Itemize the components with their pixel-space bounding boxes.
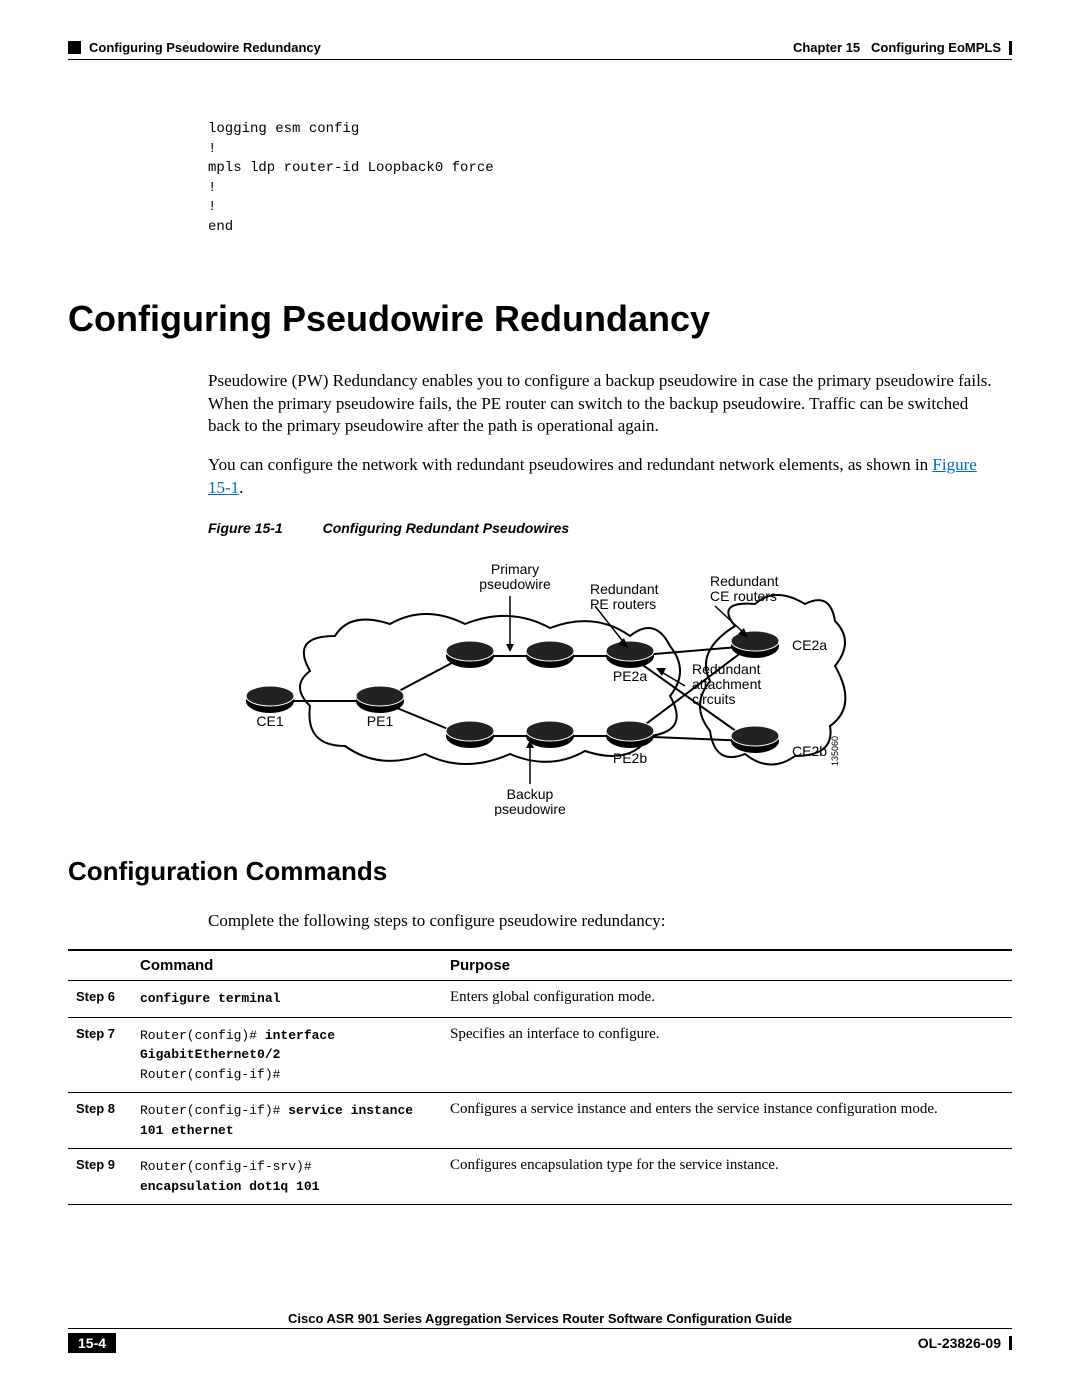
step-cell: Step 8	[68, 1093, 132, 1149]
th-step	[68, 950, 132, 981]
label-pe2b: PE2b	[613, 750, 647, 766]
chapter-label: Chapter 15	[793, 40, 860, 55]
footer-guide-title: Cisco ASR 901 Series Aggregation Service…	[68, 1311, 1012, 1329]
doc-id-bar-icon	[1009, 1336, 1012, 1350]
commands-table: Command Purpose Step 6configure terminal…	[68, 949, 1012, 1205]
th-command: Command	[132, 950, 442, 981]
doc-id: OL-23826-09	[918, 1335, 1001, 1351]
label-backup: Backuppseudowire	[494, 786, 566, 816]
figure-title: Configuring Redundant Pseudowires	[323, 520, 570, 536]
page-number-badge: 15-4	[68, 1333, 116, 1353]
table-row: Step 7Router(config)# interface GigabitE…	[68, 1017, 1012, 1093]
command-cell: configure terminal	[132, 981, 442, 1018]
table-row: Step 6configure terminalEnters global co…	[68, 981, 1012, 1018]
label-redundant-pe: RedundantPE routers	[590, 581, 659, 612]
label-ce2b: CE2b	[792, 743, 827, 759]
paragraph-2b: .	[239, 478, 243, 497]
paragraph-1: Pseudowire (PW) Redundancy enables you t…	[208, 370, 992, 439]
label-pe1: PE1	[367, 713, 394, 729]
step-cell: Step 7	[68, 1017, 132, 1093]
table-intro: Complete the following steps to configur…	[208, 911, 1012, 931]
label-redundant-ce: RedundantCE routers	[710, 573, 779, 604]
section-title: Configuring Pseudowire Redundancy	[89, 40, 321, 55]
paragraph-2a: You can configure the network with redun…	[208, 455, 932, 474]
header-marker-icon	[68, 41, 81, 54]
figure-diagram: Primarypseudowire RedundantPE routers Re…	[68, 556, 1012, 816]
step-cell: Step 9	[68, 1149, 132, 1205]
command-cell: Router(config-if-srv)# encapsulation dot…	[132, 1149, 442, 1205]
figure-id: Figure 15-1	[208, 520, 283, 536]
label-pe2a: PE2a	[613, 668, 647, 684]
config-snippet: logging esm config ! mpls ldp router-id …	[208, 120, 1012, 238]
header-rule	[68, 59, 1012, 60]
purpose-cell: Configures a service instance and enters…	[442, 1093, 1012, 1149]
purpose-cell: Specifies an interface to configure.	[442, 1017, 1012, 1093]
label-ce1: CE1	[256, 713, 283, 729]
paragraph-2: You can configure the network with redun…	[208, 454, 992, 500]
th-purpose: Purpose	[442, 950, 1012, 981]
label-primary: Primarypseudowire	[479, 561, 551, 592]
command-cell: Router(config-if)# service instance 101 …	[132, 1093, 442, 1149]
table-row: Step 9Router(config-if-srv)# encapsulati…	[68, 1149, 1012, 1205]
label-ce2a: CE2a	[792, 637, 827, 653]
page-footer: Cisco ASR 901 Series Aggregation Service…	[68, 1311, 1012, 1353]
purpose-cell: Enters global configuration mode.	[442, 981, 1012, 1018]
redundant-pseudowire-diagram: Primarypseudowire RedundantPE routers Re…	[230, 556, 850, 816]
step-cell: Step 6	[68, 981, 132, 1018]
purpose-cell: Configures encapsulation type for the se…	[442, 1149, 1012, 1205]
figure-ref-number: 135060	[830, 736, 840, 766]
page-header: Configuring Pseudowire Redundancy Chapte…	[68, 40, 1012, 55]
heading-1: Configuring Pseudowire Redundancy	[68, 298, 1012, 340]
table-row: Step 8Router(config-if)# service instanc…	[68, 1093, 1012, 1149]
header-bar-icon	[1009, 41, 1012, 55]
figure-caption: Figure 15-1 Configuring Redundant Pseudo…	[208, 520, 1012, 536]
chapter-title: Configuring EoMPLS	[871, 40, 1001, 55]
command-cell: Router(config)# interface GigabitEtherne…	[132, 1017, 442, 1093]
heading-2: Configuration Commands	[68, 856, 1012, 887]
